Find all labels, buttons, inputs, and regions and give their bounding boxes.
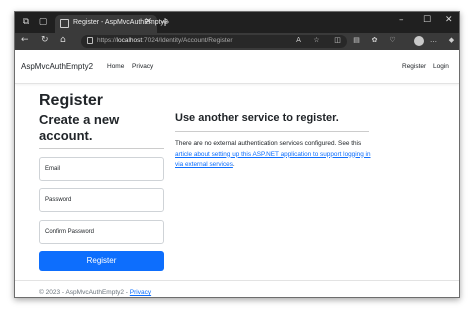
form-divider bbox=[39, 148, 164, 149]
footer-text: © 2023 - AspMvcAuthEmpty2 - Privacy bbox=[39, 289, 152, 296]
password-field[interactable]: Password bbox=[39, 188, 164, 212]
nav-home-link[interactable]: Home bbox=[107, 63, 124, 70]
url-input[interactable]: https://localhost:7024/Identity/Account/… bbox=[81, 35, 347, 48]
confirm-password-placeholder: Confirm Password bbox=[45, 229, 95, 235]
site-brand[interactable]: AspMvcAuthEmpty2 bbox=[21, 62, 93, 71]
external-services-heading: Use another service to register. bbox=[175, 112, 339, 124]
close-window-icon[interactable]: ✕ bbox=[445, 15, 453, 25]
close-tab-icon[interactable]: ✕ bbox=[144, 17, 152, 27]
maximize-icon[interactable]: ☐ bbox=[423, 15, 431, 25]
read-aloud-icon[interactable]: A bbox=[294, 36, 303, 45]
profile-avatar[interactable] bbox=[414, 36, 424, 46]
copilot-icon[interactable]: ◆ bbox=[447, 36, 456, 45]
password-placeholder: Password bbox=[45, 197, 72, 203]
address-bar: ← ↻ ⌂ https://localhost:7024/Identity/Ac… bbox=[15, 33, 459, 50]
footer-privacy-link[interactable]: Privacy bbox=[130, 289, 151, 296]
email-placeholder: Email bbox=[45, 166, 61, 172]
site-footer: © 2023 - AspMvcAuthEmpty2 - Privacy bbox=[15, 280, 459, 297]
page-title: Register bbox=[39, 92, 104, 109]
favorite-star-icon[interactable]: ☆ bbox=[312, 36, 321, 45]
tab-bar: ⧉ ▢ Register - AspMvcAuthEmpty2 ✕ + – ☐ … bbox=[15, 12, 459, 33]
confirm-password-field[interactable]: Confirm Password bbox=[39, 220, 164, 244]
collections-icon[interactable]: ▤ bbox=[352, 36, 361, 45]
refresh-icon[interactable]: ↻ bbox=[41, 35, 49, 45]
nav-register-link[interactable]: Register bbox=[402, 63, 426, 70]
form-heading: Create a new account. bbox=[39, 112, 120, 143]
nav-privacy-link[interactable]: Privacy bbox=[132, 63, 153, 70]
external-services-text: There are no external authentication ser… bbox=[175, 140, 371, 169]
workspaces-icon[interactable]: ⧉ bbox=[20, 16, 32, 28]
extensions-icon[interactable]: ✿ bbox=[370, 36, 379, 45]
back-arrow-icon[interactable]: ← bbox=[21, 35, 29, 45]
browser-window: ⧉ ▢ Register - AspMvcAuthEmpty2 ✕ + – ☐ … bbox=[14, 11, 460, 298]
minimize-icon[interactable]: – bbox=[399, 15, 404, 25]
nav-login-link[interactable]: Login bbox=[433, 63, 449, 70]
split-screen-icon[interactable]: ◫ bbox=[333, 36, 342, 45]
browser-essentials-icon[interactable]: ♡ bbox=[388, 36, 397, 45]
tab-actions-icon[interactable]: ▢ bbox=[37, 16, 49, 28]
tab-title: Register - AspMvcAuthEmpty2 bbox=[73, 19, 168, 26]
external-auth-article-link[interactable]: article about setting up this ASP.NET ap… bbox=[175, 151, 371, 169]
email-field[interactable]: Email bbox=[39, 157, 164, 181]
new-tab-button[interactable]: + bbox=[160, 15, 170, 29]
tab-register[interactable]: Register - AspMvcAuthEmpty2 ✕ bbox=[55, 15, 168, 33]
site-navbar: AspMvcAuthEmpty2 Home Privacy Register L… bbox=[15, 50, 459, 84]
web-page: AspMvcAuthEmpty2 Home Privacy Register L… bbox=[15, 50, 459, 297]
services-divider bbox=[175, 131, 369, 132]
more-menu-icon[interactable]: … bbox=[429, 36, 438, 45]
register-button[interactable]: Register bbox=[39, 251, 164, 271]
lock-icon bbox=[87, 37, 93, 44]
home-icon[interactable]: ⌂ bbox=[60, 35, 66, 45]
page-favicon-icon bbox=[60, 19, 69, 28]
url-text: https://localhost:7024/Identity/Account/… bbox=[97, 37, 233, 44]
